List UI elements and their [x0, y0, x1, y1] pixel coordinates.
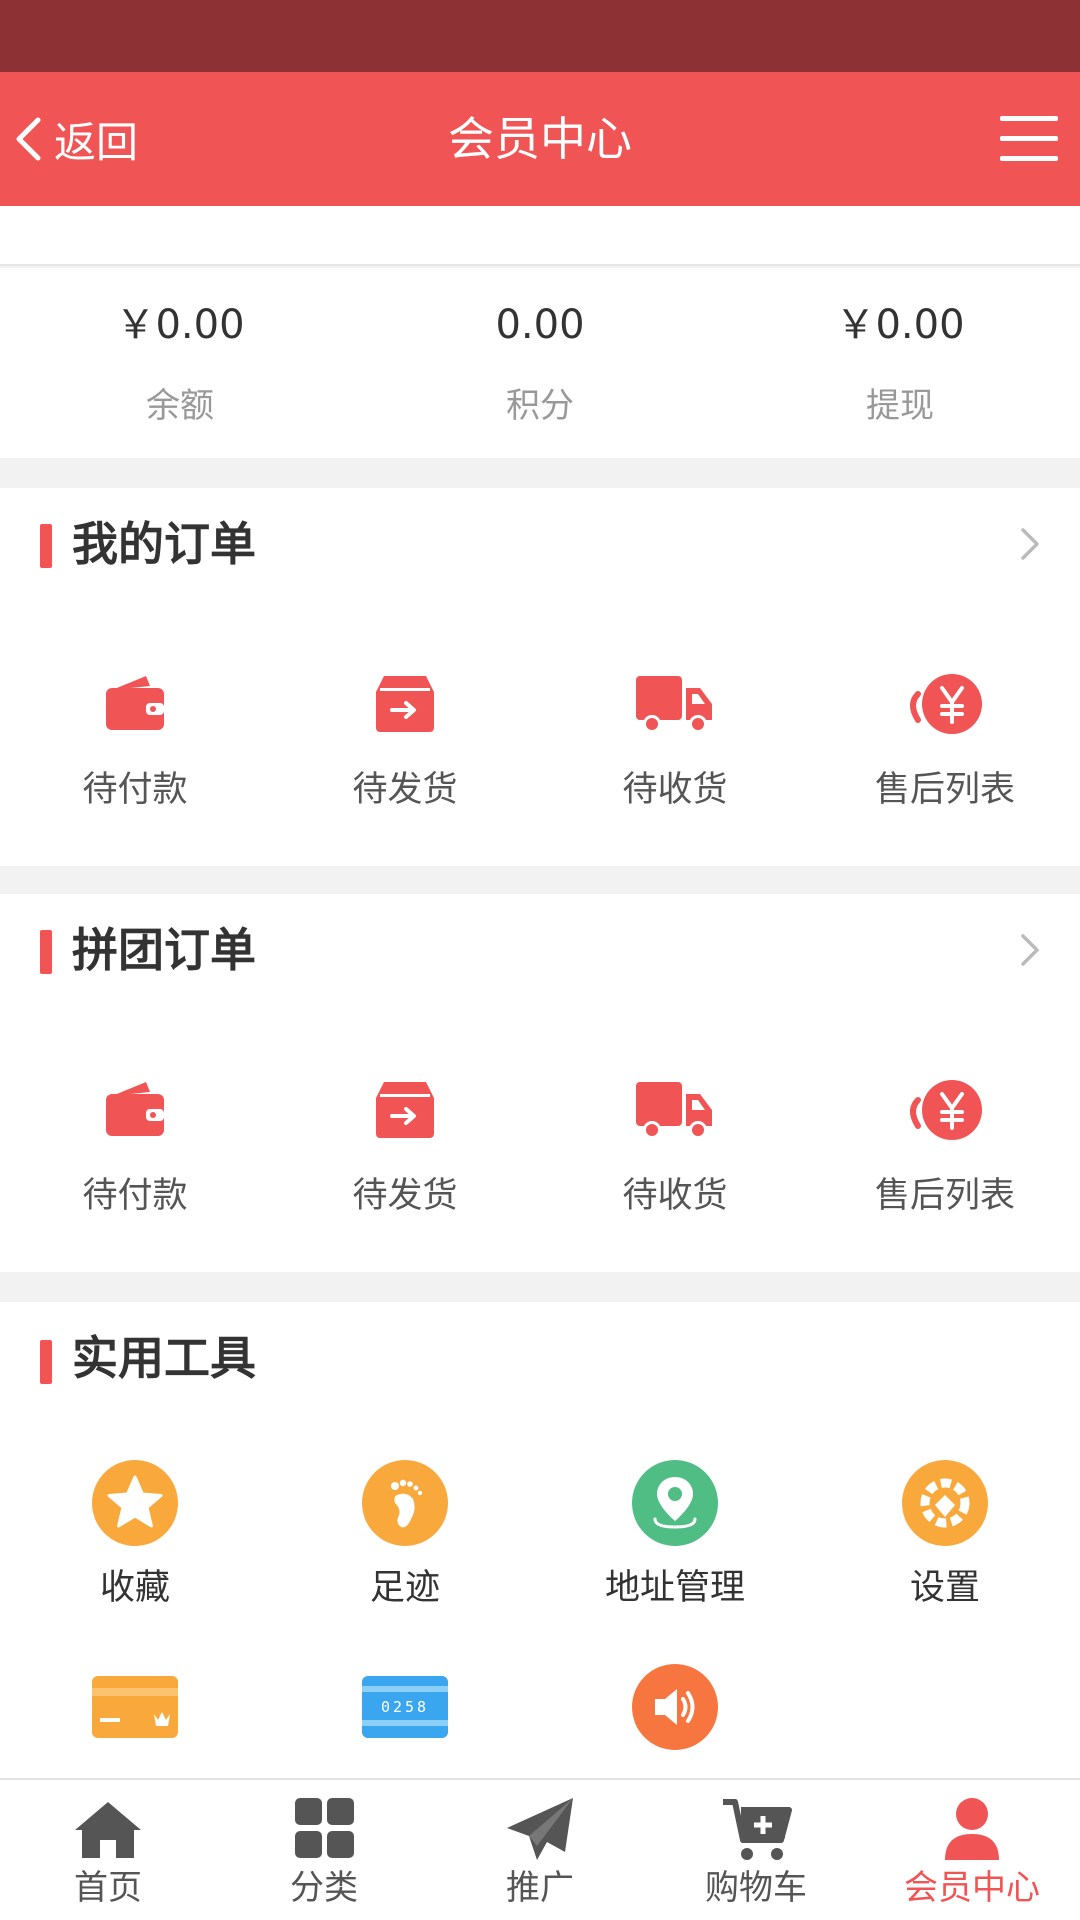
truck-icon — [636, 676, 712, 733]
tools-header: 实用工具 — [0, 1302, 1080, 1412]
speaker-icon — [632, 1664, 718, 1750]
code-card-icon: 0258 — [362, 1676, 448, 1738]
account-stats: ￥0.00 余额 0.00 积分 ￥0.00 提现 — [0, 268, 1080, 458]
order-status-label: 待收货 — [622, 1176, 728, 1216]
back-label: 返回 — [54, 117, 139, 167]
order-pending-shipment[interactable]: 待发货 — [270, 658, 540, 812]
tool-footprints[interactable]: 足迹 — [270, 1458, 540, 1610]
box-icon — [376, 1082, 434, 1138]
tab-member-center[interactable]: 会员中心 — [864, 1780, 1080, 1920]
stat-label: 余额 — [146, 386, 214, 426]
tool-announcement[interactable] — [540, 1662, 810, 1752]
user-icon — [945, 1798, 999, 1860]
tools-row-1: 收藏 足迹 地址管理 设置 — [0, 1458, 1080, 1610]
tool-label: 足迹 — [369, 1568, 440, 1608]
chevron-right-icon[interactable] — [1014, 524, 1044, 564]
tool-label: 收藏 — [99, 1568, 170, 1608]
stat-withdraw[interactable]: ￥0.00 提现 — [720, 268, 1080, 458]
section-title: 实用工具 — [72, 1331, 256, 1385]
profile-strip — [0, 206, 1080, 266]
section-marker — [40, 524, 52, 568]
paper-plane-icon — [507, 1798, 573, 1860]
order-pending-payment[interactable]: 待付款 — [0, 658, 270, 812]
tab-cart[interactable]: 购物车 — [648, 1780, 864, 1920]
stat-value: 0.00 — [495, 302, 585, 348]
order-after-sales[interactable]: 售后列表 — [810, 658, 1080, 812]
section-marker — [40, 1340, 52, 1384]
order-status-row: 待付款 待发货 待收货 售后列表 — [0, 658, 1080, 812]
status-bar — [0, 0, 1080, 72]
tool-label: 地址管理 — [604, 1568, 745, 1608]
home-icon — [75, 1802, 141, 1858]
section-title: 拼团订单 — [72, 923, 256, 977]
stat-label: 积分 — [506, 386, 574, 426]
tab-label: 购物车 — [705, 1868, 807, 1908]
truck-icon — [636, 1082, 712, 1139]
refund-icon — [910, 1080, 982, 1140]
tool-label: 设置 — [909, 1568, 980, 1608]
section-title: 我的订单 — [72, 517, 256, 571]
nav-bar: 返回 会员中心 — [0, 72, 1080, 206]
tools-card: 实用工具 收藏 足迹 地址管理 设置 0258 — [0, 1302, 1080, 1778]
order-status-label: 待付款 — [82, 1176, 188, 1216]
order-status-label: 待付款 — [82, 770, 188, 810]
tool-card[interactable] — [0, 1662, 270, 1752]
back-button[interactable]: 返回 — [12, 72, 138, 206]
cart-icon — [723, 1799, 792, 1860]
tool-address[interactable]: 地址管理 — [540, 1458, 810, 1610]
location-icon — [632, 1460, 718, 1546]
tool-favorites[interactable]: 收藏 — [0, 1458, 270, 1610]
refund-icon — [910, 674, 982, 734]
group-order-status-row: 待付款 待发货 待收货 售后列表 — [0, 1064, 1080, 1218]
page-title: 会员中心 — [448, 112, 632, 166]
chevron-left-icon — [16, 117, 41, 161]
card-icon — [92, 1676, 178, 1738]
tab-label: 分类 — [290, 1868, 358, 1908]
order-status-label: 待发货 — [352, 1176, 458, 1216]
stat-points[interactable]: 0.00 积分 — [360, 268, 720, 458]
tools-row-2: 0258 — [0, 1662, 1080, 1752]
star-icon — [92, 1460, 178, 1546]
tab-bar: 首页 分类 推广 购物车 会员中心 — [0, 1778, 1080, 1920]
my-orders-card: 我的订单 待付款 待发货 待收货 售后列表 — [0, 488, 1080, 866]
group-orders-header[interactable]: 拼团订单 — [0, 894, 1080, 1004]
order-status-label: 售后列表 — [874, 1176, 1015, 1216]
chevron-right-icon[interactable] — [1014, 930, 1044, 970]
tool-code-card[interactable]: 0258 — [270, 1662, 540, 1752]
tab-label: 首页 — [74, 1868, 142, 1908]
order-pending-receipt[interactable]: 待收货 — [540, 658, 810, 812]
stat-value: ￥0.00 — [115, 302, 245, 348]
tool-settings[interactable]: 设置 — [810, 1458, 1080, 1610]
tab-home[interactable]: 首页 — [0, 1780, 216, 1920]
group-order-after-sales[interactable]: 售后列表 — [810, 1064, 1080, 1218]
menu-icon[interactable] — [1000, 116, 1058, 162]
order-status-label: 待收货 — [622, 770, 728, 810]
stat-value: ￥0.00 — [835, 302, 965, 348]
stat-balance[interactable]: ￥0.00 余额 — [0, 268, 360, 458]
order-status-label: 售后列表 — [874, 770, 1015, 810]
group-order-pending-receipt[interactable]: 待收货 — [540, 1064, 810, 1218]
tab-label: 会员中心 — [904, 1868, 1040, 1908]
settings-icon — [902, 1460, 988, 1546]
my-orders-header[interactable]: 我的订单 — [0, 488, 1080, 598]
grid-icon — [295, 1798, 354, 1858]
wallet-icon — [106, 1082, 164, 1136]
code-card-text: 0258 — [381, 1698, 429, 1716]
wallet-icon — [106, 676, 164, 730]
group-order-pending-shipment[interactable]: 待发货 — [270, 1064, 540, 1218]
tab-label: 推广 — [506, 1868, 574, 1908]
footprint-icon — [362, 1460, 448, 1546]
section-marker — [40, 930, 52, 974]
group-order-pending-payment[interactable]: 待付款 — [0, 1064, 270, 1218]
box-icon — [376, 676, 434, 732]
tab-promote[interactable]: 推广 — [432, 1780, 648, 1920]
order-status-label: 待发货 — [352, 770, 458, 810]
tab-category[interactable]: 分类 — [216, 1780, 432, 1920]
stat-label: 提现 — [866, 386, 934, 426]
group-orders-card: 拼团订单 待付款 待发货 待收货 售后列表 — [0, 894, 1080, 1272]
